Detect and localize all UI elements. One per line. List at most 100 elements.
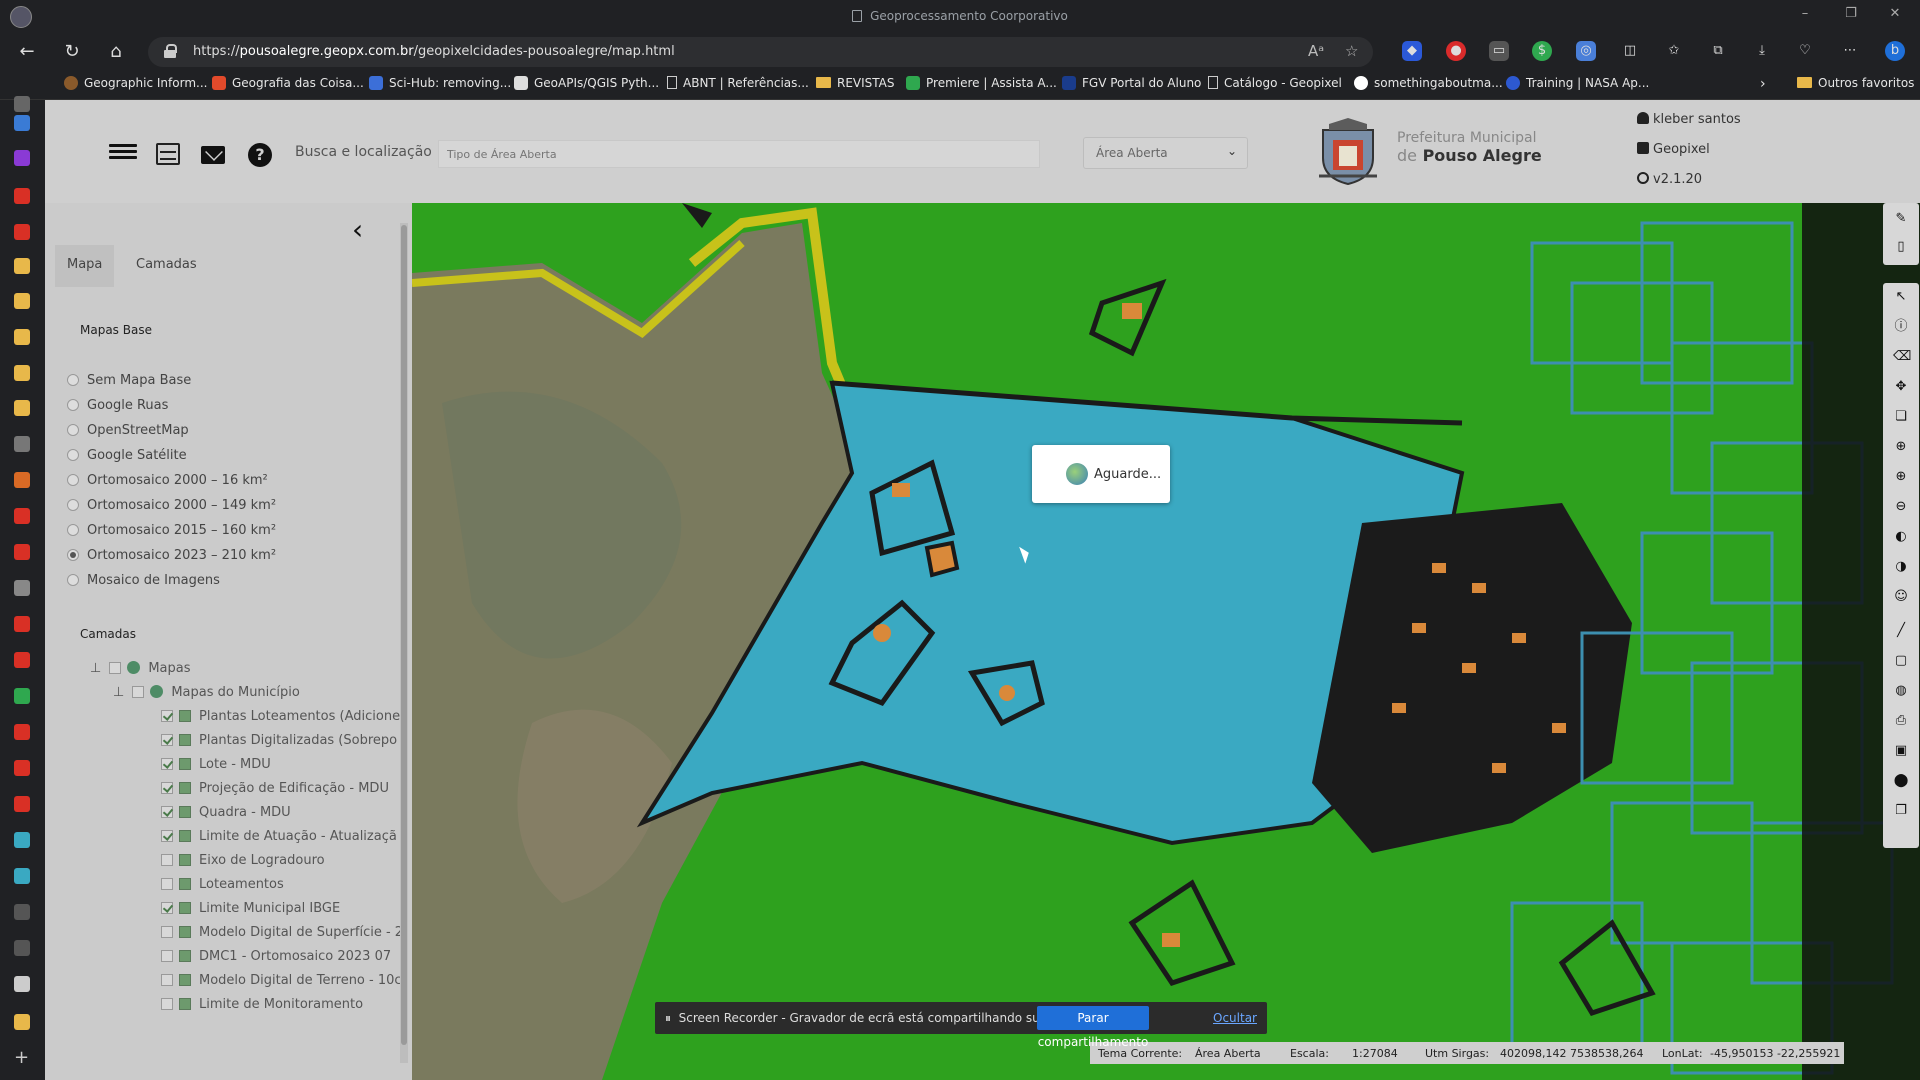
image-icon[interactable]: ▣ (1893, 743, 1909, 759)
extension-camera-icon[interactable]: ◎ (1576, 41, 1596, 61)
sidebar-app-icon[interactable] (14, 96, 30, 112)
bookmark-item[interactable]: Geografia das Coisa... (212, 76, 364, 94)
chevron-right-icon[interactable]: › (1760, 76, 1766, 94)
tab-mapa[interactable]: Mapa (55, 245, 115, 287)
layer-item[interactable]: Eixo de Logradouro (161, 853, 325, 871)
layer-item[interactable]: Modelo Digital de Superfície - 2 (161, 925, 403, 943)
zoom-out-icon[interactable]: ⊖ (1893, 499, 1909, 515)
layer-item[interactable]: Projeção de Edificação - MDU (161, 781, 389, 799)
sidebar-app-icon[interactable] (14, 224, 30, 240)
layer-item[interactable]: Modelo Digital de Terreno - 10c (161, 973, 402, 991)
sidebar-app-icon[interactable] (14, 940, 30, 956)
bookmark-item[interactable]: GeoAPIs/QGIS Pyth... (514, 76, 659, 94)
basemap-option[interactable]: Ortomosaico 2000 – 16 km² (67, 473, 397, 491)
basemap-option[interactable]: Sem Mapa Base (67, 373, 397, 391)
read-aloud-icon[interactable]: Aᵃ (1308, 42, 1324, 60)
panel-scrollbar[interactable] (400, 223, 408, 1063)
hide-link[interactable]: Ocultar (1213, 1011, 1257, 1025)
basemap-option[interactable]: Google Satélite (67, 448, 397, 466)
add-sidebar-app-icon[interactable]: + (14, 1049, 30, 1067)
sidebar-app-icon[interactable] (14, 760, 30, 776)
sidebar-app-icon[interactable] (14, 400, 30, 416)
sidebar-app-icon[interactable] (14, 472, 30, 488)
eraser-icon[interactable]: ⌫ (1893, 349, 1911, 365)
address-bar[interactable]: https://pousoalegre.geopx.com.br/geopixe… (148, 37, 1373, 67)
zoom-in-icon[interactable]: ⊕ (1893, 469, 1909, 485)
globe-icon[interactable]: ◍ (1893, 683, 1909, 699)
help-icon[interactable]: ? (248, 143, 272, 167)
back-icon[interactable]: ← (14, 39, 40, 65)
pencil-icon[interactable]: ✎ (1893, 211, 1909, 227)
zoom-next-icon[interactable]: ◑ (1893, 559, 1909, 575)
stop-sharing-button[interactable]: Parar compartilhamento (1037, 1006, 1149, 1049)
sidebar-app-icon[interactable] (14, 150, 30, 166)
info-icon[interactable]: ⓘ (1893, 319, 1909, 335)
layers-stack-icon[interactable]: ❐ (1893, 803, 1909, 819)
menu-icon[interactable] (109, 141, 137, 167)
favorite-star-icon[interactable]: ☆ (1345, 42, 1358, 60)
minimize-button[interactable]: – (1793, 6, 1817, 26)
sidebar-app-icon[interactable] (14, 508, 30, 524)
phone-icon[interactable]: ▯ (1893, 239, 1909, 255)
extension-printer-icon[interactable]: ▭ (1489, 41, 1509, 61)
sidebar-app-icon[interactable] (14, 904, 30, 920)
layer-item[interactable]: Plantas Loteamentos (Adicione (161, 709, 400, 727)
bookmark-item[interactable]: Catálogo - Geopixel (1208, 76, 1342, 94)
favorites-icon[interactable]: ✩ (1664, 41, 1684, 61)
collapse-panel-icon[interactable]: ‹ (352, 213, 363, 246)
basemap-option[interactable]: Mosaico de Imagens (67, 573, 397, 591)
extension-record-icon[interactable]: ● (1446, 41, 1466, 61)
measure-area-icon[interactable]: ▢ (1893, 653, 1909, 669)
print-icon[interactable]: ⎙ (1893, 713, 1909, 729)
layer-item[interactable]: Limite Municipal IBGE (161, 901, 340, 919)
mail-icon[interactable] (201, 146, 225, 164)
basemap-option[interactable]: Google Ruas (67, 398, 397, 416)
layer-item[interactable]: Limite de Monitoramento (161, 997, 363, 1015)
copilot-icon[interactable]: b (1885, 41, 1905, 61)
query-icon[interactable]: ⊕ (1893, 439, 1909, 455)
layer-item[interactable]: DMC1 - Ortomosaico 2023 07 (161, 949, 391, 967)
downloads-icon[interactable]: ⤓ (1752, 41, 1772, 61)
bookmark-item[interactable]: Geographic Inform... (64, 76, 207, 94)
sidebar-app-icon[interactable] (14, 436, 30, 452)
basemap-option[interactable]: OpenStreetMap (67, 423, 397, 441)
basemap-option[interactable]: Ortomosaico 2015 – 160 km² (67, 523, 397, 541)
more-menu-icon[interactable]: ⋯ (1840, 41, 1860, 61)
layer-item[interactable]: Limite de Atuação - Atualizaçã (161, 829, 397, 847)
bookmark-item[interactable]: Training | NASA Ap... (1506, 76, 1649, 94)
layer-item[interactable]: Lote - MDU (161, 757, 271, 775)
copy-icon[interactable]: ❏ (1893, 409, 1909, 425)
bookmark-item[interactable]: FGV Portal do Aluno (1062, 76, 1201, 94)
sidebar-app-icon[interactable] (14, 652, 30, 668)
basemap-option[interactable]: Ortomosaico 2000 – 149 km² (67, 498, 397, 516)
sidebar-app-icon[interactable] (14, 365, 30, 381)
layer-item[interactable]: Quadra - MDU (161, 805, 291, 823)
tab-camadas[interactable]: Camadas (124, 245, 209, 287)
search-input[interactable] (438, 140, 1040, 168)
extension-shield-icon[interactable]: ◆ (1402, 41, 1422, 61)
bookmark-item[interactable]: ABNT | Referências... (667, 76, 809, 94)
sidebar-app-icon[interactable] (14, 616, 30, 632)
sidebar-app-icon[interactable] (14, 329, 30, 345)
tree-root[interactable]: ⊥ Mapas (90, 661, 191, 679)
bookmark-item[interactable]: Sci-Hub: removing... (369, 76, 511, 94)
performance-icon[interactable]: ♡ (1795, 41, 1815, 61)
sidebar-app-icon[interactable] (14, 188, 30, 204)
close-button[interactable]: ✕ (1883, 6, 1907, 26)
sidebar-app-icon[interactable] (14, 688, 30, 704)
map-canvas[interactable]: Aguarde... (412, 203, 1920, 1080)
sidebar-app-icon[interactable] (14, 832, 30, 848)
bookmark-item[interactable]: somethingaboutma... (1354, 76, 1503, 94)
layer-item[interactable]: Loteamentos (161, 877, 284, 895)
zoom-previous-icon[interactable]: ◐ (1893, 529, 1909, 545)
sidebar-app-icon[interactable] (14, 976, 30, 992)
sidebar-app-icon[interactable] (14, 293, 30, 309)
sidebar-app-icon[interactable] (14, 868, 30, 884)
collections-icon[interactable]: ⧉ (1708, 41, 1728, 61)
map-pin-icon[interactable]: ⬤ (1893, 773, 1909, 789)
area-select[interactable]: Área Aberta ⌄ (1083, 137, 1248, 169)
layers-icon[interactable] (156, 143, 180, 165)
street-view-icon[interactable]: ☺ (1893, 589, 1909, 605)
sidebar-app-icon[interactable] (14, 115, 30, 131)
bookmark-item[interactable]: Premiere | Assista A... (906, 76, 1057, 94)
